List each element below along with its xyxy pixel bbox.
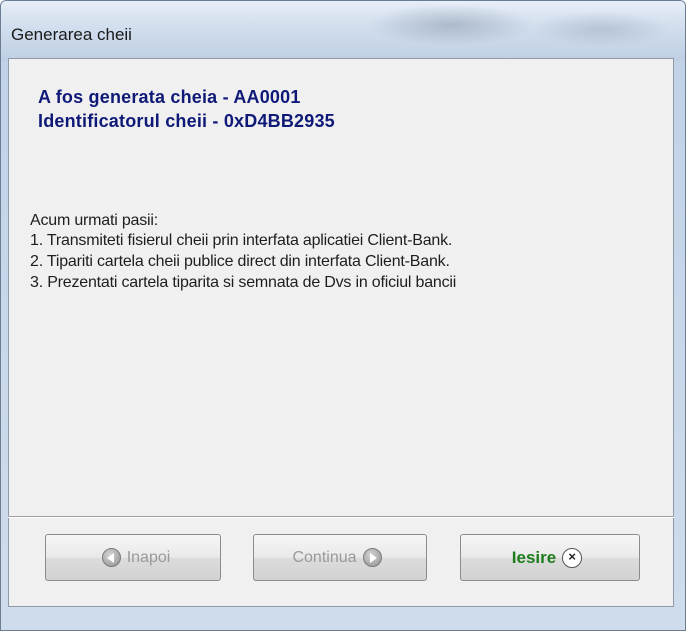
close-circle-icon: ×: [562, 547, 583, 568]
exit-button-label: Iesire: [511, 547, 557, 567]
window-title: Generarea cheii: [11, 25, 132, 44]
continue-button[interactable]: Continua: [253, 534, 427, 581]
continue-button-label: Continua: [292, 548, 357, 566]
instructions-intro: Acum urmati pasii:: [30, 212, 158, 229]
dialog-content: [8, 58, 674, 607]
exit-button[interactable]: Iesire ×: [460, 534, 640, 581]
back-button-label: Inapoi: [126, 548, 171, 566]
button-divider: [8, 516, 674, 518]
generated-key-label: A fos generata cheia - AA0001: [38, 87, 301, 107]
back-button[interactable]: Inapoi: [45, 534, 221, 581]
instruction-step-2: 2. Tipariti cartela cheii publice direct…: [30, 253, 450, 270]
instruction-step-3: 3. Prezentati cartela tiparita si semnat…: [30, 274, 457, 291]
arrow-left-circle-icon: [101, 548, 121, 567]
title-bar[interactable]: Generarea cheii: [1, 1, 685, 61]
key-identifier-label: Identificatorul cheii - 0xD4BB2935: [38, 111, 335, 131]
arrow-right-circle-icon: [362, 548, 382, 567]
instruction-step-1: 1. Transmiteti fisierul cheii prin inter…: [30, 232, 453, 249]
